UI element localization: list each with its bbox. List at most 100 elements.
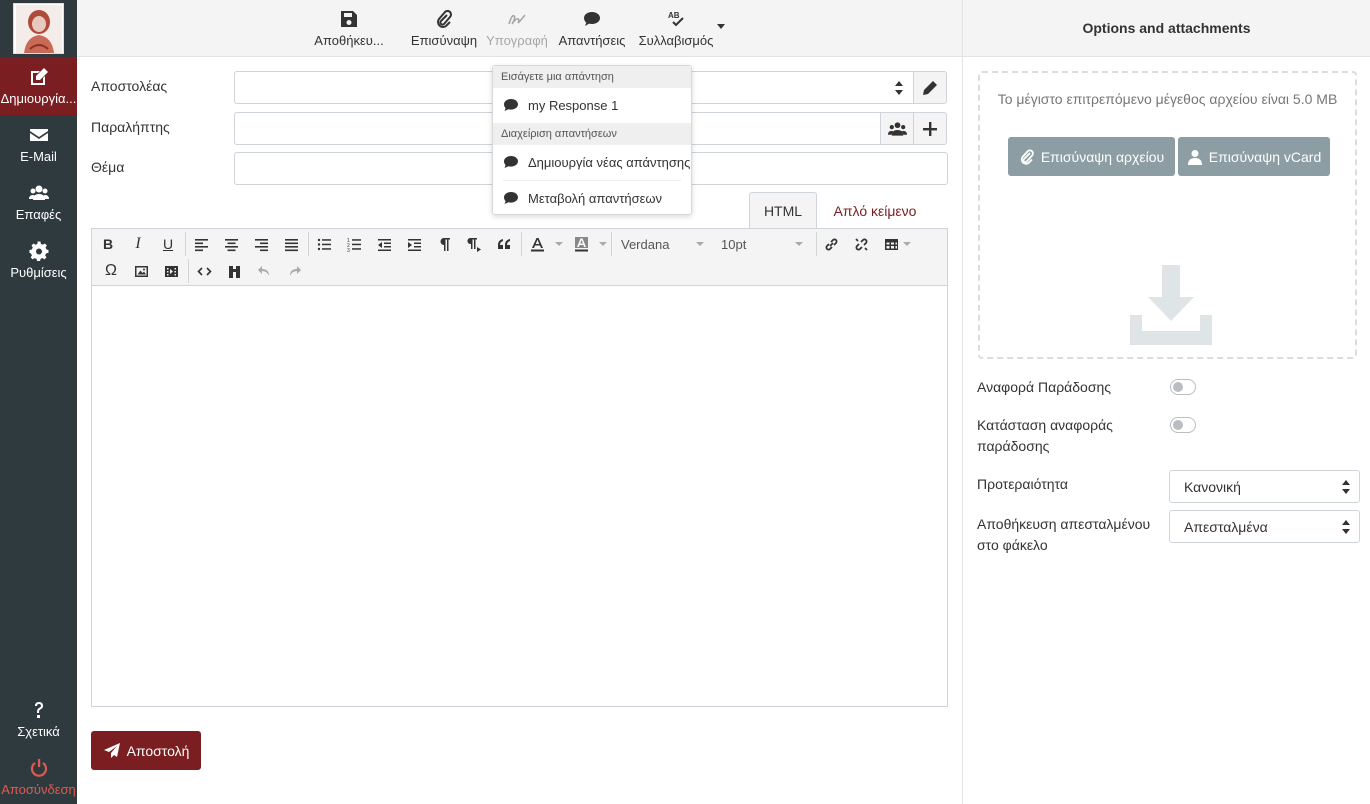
attachment-dropzone[interactable]: Το μέγιστο επιτρεπόμενο μέγεθος αρχείου … <box>978 71 1357 359</box>
sidebar: Δημιουργία... E-Mail Επαφές Ρυθμίσεις Σχ… <box>0 0 77 804</box>
signature-button[interactable]: Υπογραφή <box>485 6 549 52</box>
omega-icon: Ω <box>105 262 117 279</box>
sidebar-item-email[interactable]: E-Mail <box>0 115 77 173</box>
edit-icon <box>30 67 48 85</box>
chevron-down-icon[interactable] <box>903 242 911 246</box>
link-button[interactable] <box>819 232 843 256</box>
edit-responses-item[interactable]: Μεταβολή απαντήσεων <box>493 181 691 215</box>
envelope-icon <box>29 128 48 141</box>
save-label: Αποθήκευ... <box>314 33 384 48</box>
attach-label: Επισύναψη <box>410 33 478 48</box>
indent-button[interactable] <box>402 232 426 256</box>
spellcheck-icon: AB <box>668 11 684 27</box>
redo-button[interactable] <box>282 259 306 283</box>
create-response-label: Δημιουργία νέας απάντησης <box>528 154 691 170</box>
plus-icon <box>923 121 937 136</box>
signature-label: Υπογραφή <box>486 33 548 48</box>
italic-button[interactable]: I <box>126 232 150 256</box>
delivery-status-toggle[interactable] <box>1170 417 1196 433</box>
blockquote-button[interactable] <box>492 232 516 256</box>
bold-button[interactable]: B <box>96 232 120 256</box>
users-icon <box>28 185 49 200</box>
sidebar-item-logout[interactable]: Αποσύνδεση <box>0 748 77 804</box>
chevron-down-icon[interactable] <box>599 242 607 246</box>
send-button[interactable]: Αποστολή <box>91 731 201 770</box>
search-replace-button[interactable] <box>222 259 246 283</box>
undo-icon <box>257 265 269 276</box>
tab-plain-text[interactable]: Απλό κείμενο <box>825 192 925 229</box>
response-item-1[interactable]: my Response 1 <box>493 88 691 122</box>
edit-identity-button[interactable] <box>913 71 947 104</box>
sidebar-item-contacts[interactable]: Επαφές <box>0 173 77 231</box>
align-right-button[interactable] <box>249 232 273 256</box>
priority-select[interactable]: Κανονική <box>1169 470 1360 503</box>
align-right-icon <box>254 238 268 251</box>
svg-text:3: 3 <box>347 248 350 252</box>
align-left-button[interactable] <box>189 232 213 256</box>
unlink-button[interactable] <box>849 232 873 256</box>
underline-button[interactable]: U <box>156 232 180 256</box>
address-book-button[interactable] <box>880 112 914 145</box>
spellcheck-button[interactable]: AB Συλλαβισμός <box>637 6 715 52</box>
floppy-icon <box>341 11 357 27</box>
bold-icon: B <box>102 236 114 252</box>
rtl-button[interactable] <box>462 232 486 256</box>
options-title: Options and attachments <box>1082 20 1251 36</box>
priority-label: Προτεραιότητα <box>977 476 1068 492</box>
special-char-button[interactable]: Ω <box>99 259 123 283</box>
outdent-button[interactable] <box>372 232 396 256</box>
undo-button[interactable] <box>252 259 276 283</box>
sidebar-item-settings[interactable]: Ρυθμίσεις <box>0 231 77 289</box>
from-label: Αποστολέας <box>91 78 168 94</box>
chevron-down-icon[interactable] <box>555 242 563 246</box>
app-logo[interactable] <box>13 3 64 54</box>
bullet-list-button[interactable] <box>312 232 336 256</box>
save-sent-select[interactable]: Απεσταλμένα <box>1169 510 1360 543</box>
comment-icon <box>504 156 518 168</box>
save-button[interactable]: Αποθήκευ... <box>313 6 385 52</box>
attach-button[interactable]: Επισύναψη <box>411 6 477 52</box>
bullet-list-icon <box>317 238 331 250</box>
spell-options-caret[interactable] <box>717 24 725 29</box>
logo-bust-icon <box>15 4 62 53</box>
insert-response-header: Εισάγετε μια απάντηση <box>493 66 691 88</box>
sidebar-item-about[interactable]: Σχετικά <box>0 690 77 748</box>
options-header: Options and attachments <box>962 0 1370 57</box>
font-size-select[interactable]: 10pt <box>721 232 806 256</box>
background-color-button[interactable] <box>569 232 593 256</box>
responses-button[interactable]: Απαντήσεις <box>557 6 627 52</box>
logout-label: Αποσύνδεση <box>1 781 76 797</box>
tab-html[interactable]: HTML <box>749 192 817 229</box>
source-code-button[interactable] <box>192 259 216 283</box>
attach-vcard-label: Επισύναψη vCard <box>1208 148 1322 165</box>
outdent-icon <box>377 238 391 251</box>
tab-plain-label: Απλό κείμενο <box>833 202 917 219</box>
attach-file-button[interactable]: Επισύναψη αρχείου <box>1008 137 1175 176</box>
add-header-button[interactable] <box>913 112 947 145</box>
binoculars-icon <box>228 265 240 278</box>
paper-plane-icon <box>103 742 120 758</box>
media-button[interactable] <box>159 259 183 283</box>
table-button[interactable] <box>879 232 903 256</box>
signature-icon <box>508 14 526 25</box>
italic-icon: I <box>135 235 141 252</box>
delivery-report-toggle[interactable] <box>1170 379 1196 395</box>
manage-responses-header: Διαχείριση απαντήσεων <box>493 123 691 145</box>
ltr-button[interactable] <box>432 232 456 256</box>
sidebar-item-compose[interactable]: Δημιουργία... <box>0 57 77 115</box>
numbered-list-button[interactable]: 123 <box>342 232 366 256</box>
chevron-down-icon <box>795 242 803 246</box>
options-panel: Το μέγιστο επιτρεπόμενο μέγεθος αρχείου … <box>962 57 1370 804</box>
attach-vcard-button[interactable]: Επισύναψη vCard <box>1178 137 1330 176</box>
download-icon <box>1130 265 1212 345</box>
attach-file-label: Επισύναψη αρχείου <box>1040 148 1165 165</box>
compose-toolbar: Αποθήκευ... Επισύναψη Υπογραφή Απαντήσει… <box>77 0 962 57</box>
image-button[interactable] <box>129 259 153 283</box>
align-center-button[interactable] <box>219 232 243 256</box>
editor-body[interactable] <box>92 286 947 706</box>
editor-toolbar: B I U 123 Verdana 10pt Ω <box>92 229 947 286</box>
text-color-button[interactable] <box>525 232 549 256</box>
create-response-item[interactable]: Δημιουργία νέας απάντησης <box>493 145 691 179</box>
justify-icon <box>284 238 298 251</box>
justify-button[interactable] <box>279 232 303 256</box>
